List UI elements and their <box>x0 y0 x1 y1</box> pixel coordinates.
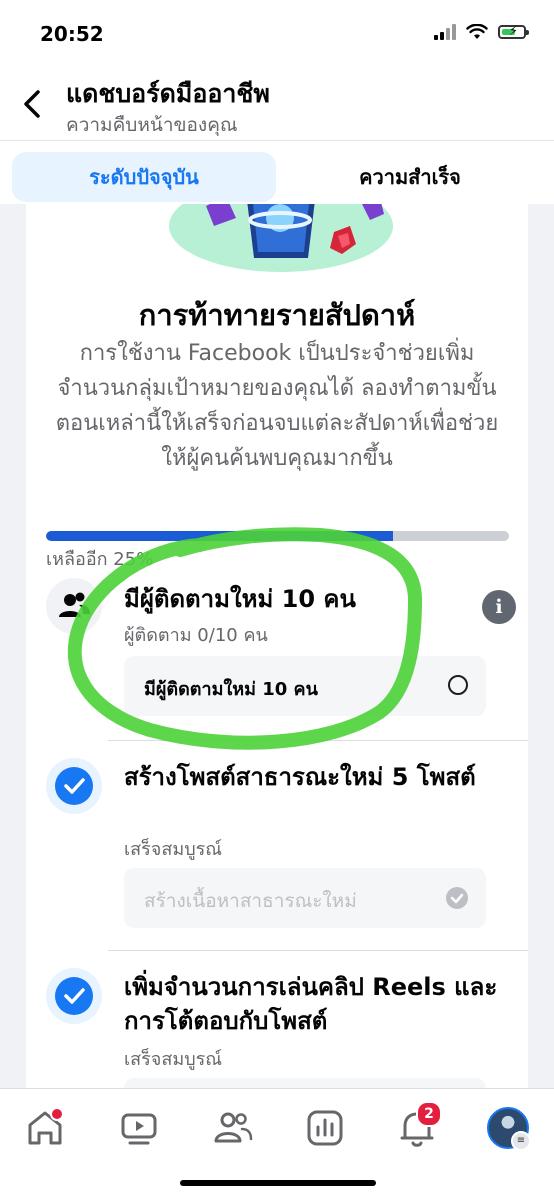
tab-current-level[interactable]: ระดับปัจจุบัน <box>12 152 276 202</box>
status-icons: ⚡ <box>434 24 529 40</box>
divider <box>108 740 528 741</box>
nav-notifications[interactable]: 2 <box>392 1101 442 1149</box>
subtask-row[interactable]: สร้างเนื้อหาสาธารณะใหม่ <box>124 868 486 928</box>
back-arrow-icon[interactable] <box>18 86 48 122</box>
nav-dashboard[interactable] <box>300 1105 350 1149</box>
completed-task-icon <box>46 968 102 1024</box>
cellular-signal-icon <box>434 24 456 40</box>
wifi-icon <box>466 24 488 39</box>
challenge-illustration <box>169 204 393 272</box>
home-indicator[interactable] <box>180 1180 376 1186</box>
task-public-posts: สร้างโพสต์สาธารณะใหม่ 5 โพสต์ เสร็จสมบูร… <box>46 756 516 936</box>
challenge-progress-bar <box>46 531 509 541</box>
scroll-content[interactable]: การท้าทายรายสัปดาห์ การใช้งาน Facebook เ… <box>0 204 554 1088</box>
progress-fill <box>46 531 394 541</box>
nav-friends[interactable] <box>208 1105 258 1149</box>
friends-icon <box>214 1112 253 1143</box>
dashboard-icon <box>307 1110 343 1146</box>
page-subtitle: ความคืบหน้าของคุณ <box>66 114 238 136</box>
followers-task-icon <box>46 578 102 634</box>
nav-home[interactable] <box>20 1105 70 1149</box>
checkmark-icon <box>55 977 93 1015</box>
incomplete-radio-icon <box>448 675 468 695</box>
done-check-icon <box>446 887 468 909</box>
page-title: แดชบอร์ดมืออาชีพ <box>66 79 270 108</box>
task-subtitle: เสร็จสมบูรณ์ <box>124 839 222 860</box>
challenge-title: การท้าทายรายสัปดาห์ <box>138 298 416 332</box>
home-notification-dot <box>50 1107 64 1121</box>
divider <box>108 950 528 951</box>
subtask-row[interactable] <box>124 1078 486 1088</box>
tab-bar: ระดับปัจจุบัน ความสำเร็จ <box>0 142 554 204</box>
status-bar: 20:52 ⚡ <box>0 0 554 62</box>
task-title: สร้างโพสต์สาธารณะใหม่ 5 โพสต์ <box>124 763 476 791</box>
nav-video[interactable] <box>114 1105 164 1149</box>
weekly-challenge-card: การท้าทายรายสัปดาห์ การใช้งาน Facebook เ… <box>26 204 528 1088</box>
page-header: แดชบอร์ดมืออาชีพ ความคืบหน้าของคุณ <box>0 62 554 141</box>
subtask-label: สร้างเนื้อหาสาธารณะใหม่ <box>144 890 357 912</box>
task-title: มีผู้ติดตามใหม่ 10 คน <box>124 585 356 613</box>
task-title: เพิ่มจำนวนการเล่นคลิป Reels และการโต้ตอบ… <box>124 973 498 1035</box>
task-subtitle: ผู้ติดตาม 0/10 คน <box>124 625 268 646</box>
task-subtitle: เสร็จสมบูรณ์ <box>124 1049 222 1070</box>
video-icon <box>121 1113 157 1145</box>
profile-avatar[interactable]: ≡ <box>487 1107 531 1151</box>
task-reels-engagement: เพิ่มจำนวนการเล่นคลิป Reels และการโต้ตอบ… <box>46 966 516 1088</box>
completed-task-icon <box>46 758 102 814</box>
info-icon[interactable]: i <box>482 590 516 624</box>
task-new-followers: มีผู้ติดตามใหม่ 10 คน ผู้ติดตาม 0/10 คน … <box>46 578 516 728</box>
subtask-label: มีผู้ติดตามใหม่ 10 คน <box>144 679 318 700</box>
people-icon <box>59 592 90 617</box>
notification-count-badge: 2 <box>416 1101 442 1127</box>
subtask-row[interactable]: มีผู้ติดตามใหม่ 10 คน <box>124 656 486 716</box>
tab-achievements[interactable]: ความสำเร็จ <box>290 152 530 202</box>
checkmark-icon <box>55 767 93 805</box>
challenge-description: การใช้งาน Facebook เป็นประจำช่วยเพิ่มจำน… <box>55 341 499 471</box>
progress-remaining-label: เหลืออีก 25% <box>46 549 154 570</box>
status-time: 20:52 <box>40 22 104 46</box>
menu-icon: ≡ <box>511 1131 531 1151</box>
battery-icon: ⚡ <box>498 24 529 39</box>
